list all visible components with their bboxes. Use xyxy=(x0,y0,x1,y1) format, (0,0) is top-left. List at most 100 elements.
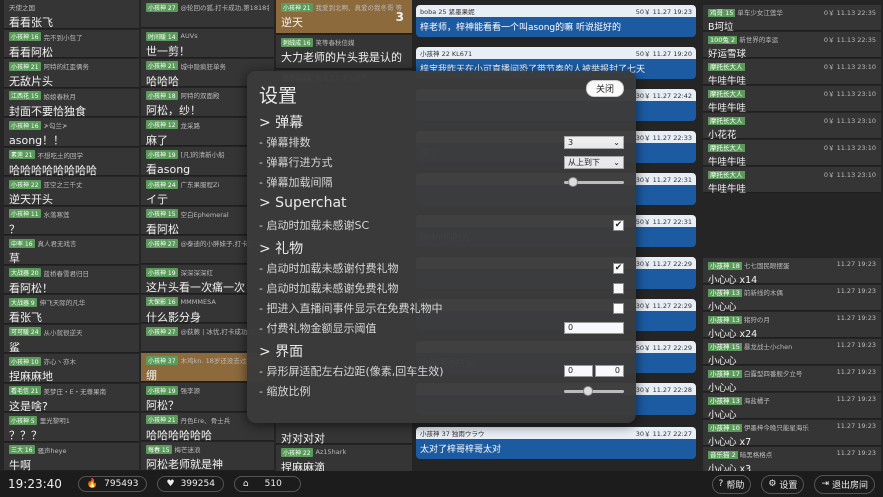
gift-name: 小心心 x7 xyxy=(708,437,752,448)
free-gift-checkbox[interactable] xyxy=(613,282,624,294)
gift-name: B坷垃 xyxy=(708,22,734,33)
danmaku-item: 每春 15 梅芒迷浪 阿松老师就是神 xyxy=(141,442,274,471)
danmaku-user: 中率 16 真人君无戏言 xyxy=(9,238,77,248)
danmaku-text: 阿松老师就是神 xyxy=(146,458,223,471)
paid-gift-checkbox[interactable]: ✔ xyxy=(613,262,624,274)
danmaku-item: 刺绒成 16 笑等春秋信媒大力老师的片头我是认的 xyxy=(276,35,412,69)
gift-name: 小心心 x14 xyxy=(708,275,758,286)
slider-thumb[interactable] xyxy=(583,386,593,396)
medal-badge: 小孩神 22 xyxy=(9,179,41,189)
label-direction: - 弹幕行进方式 xyxy=(259,156,333,169)
superchat-price: 50￥ 11.27 19:23 xyxy=(635,8,692,16)
danmaku-user: 江西花 15 娘娘春秋月 xyxy=(9,91,77,101)
danmaku-text: 捏麻麻地 xyxy=(9,370,53,383)
status-bar: 19:23:40 🔥 795493 ♥ 399254 ⌂ 510 ? 帮助 ⚙ 设置 ⇥ 退… xyxy=(0,471,883,497)
rows-select[interactable]: 3 ⌄ xyxy=(564,135,624,149)
danmaku-user: 时间暖 14 AUVs xyxy=(146,31,198,41)
superchat-user: 小孩神 37 独雨ウラウ xyxy=(420,430,485,438)
sc-thanks-checkbox[interactable]: ✔ xyxy=(613,219,624,231)
danmaku-item: 天使之国 看看张飞 xyxy=(4,0,139,29)
danmaku-text: 鲨 xyxy=(9,340,20,354)
settings-dialog: 设置 关闭 > 弹幕 - 弹幕排数 3 ⌄ - 弹幕行进方式 从上到下 ⌄ - 弹幕… xyxy=(247,71,636,423)
likes-counter: ♥ 399254 xyxy=(157,476,224,492)
superchat-price: 30￥ 11.27 22:29 xyxy=(635,260,692,268)
enter-event-checkbox[interactable] xyxy=(613,302,624,314)
close-button[interactable]: 关闭 xyxy=(586,80,624,97)
label-scale: - 缩放比例 xyxy=(259,385,311,398)
danmaku-item: 小孩神 27@轮回の狐,打卡成功,第1818名,累计打卡57天 xyxy=(141,0,274,28)
label-rows: - 弹幕排数 xyxy=(259,136,311,149)
slider-thumb[interactable] xyxy=(568,177,578,187)
danmaku-user: 可可暖 24 从小就很逆天 xyxy=(9,327,83,337)
medal-badge: 小孩神 21 xyxy=(9,61,41,71)
gift-item: 小孩神 13 猪狩の月 11.27 19:23 小心心 x24 xyxy=(703,312,881,340)
popularity-counter: 🔥 795493 xyxy=(77,476,148,492)
danmaku-user: 刺绒成 16 笑等春秋信媒 xyxy=(281,37,355,47)
superchat-price: 30￥ 11.27 22:42 xyxy=(635,92,692,100)
medal-badge: 小孩神 15 xyxy=(146,209,178,219)
direction-select[interactable]: 从上到下 ⌄ xyxy=(564,155,624,169)
medal-badge: 小孩神 27 xyxy=(146,326,178,336)
danmaku-user: 小孩神 16 完不到小包了 xyxy=(9,32,83,42)
medal-badge: 小孩神 21 xyxy=(281,2,313,12)
chevron-down-icon: ⌄ xyxy=(613,157,620,167)
gift-name: 小心心 x24 xyxy=(708,329,758,340)
settings-button[interactable]: ⚙ 设置 xyxy=(761,474,805,494)
danmaku-text: 无敌片头 xyxy=(9,75,53,88)
danmaku-user: 三大 16 骚声heye xyxy=(9,445,67,455)
danmaku-text: ？ xyxy=(9,222,20,236)
margin-right-input[interactable]: 0 xyxy=(595,365,624,377)
superchat-price: 30￥ 11.27 22:29 xyxy=(635,302,692,310)
medal-badge: 可可暖 24 xyxy=(9,327,41,336)
gift-item: 音乐猫 2 暗黑格格点 11.27 19:23 小心心 x3 xyxy=(703,447,881,475)
medal-badge: 小孩神 11 xyxy=(9,209,41,218)
section-superchat: > Superchat xyxy=(259,195,347,211)
danmaku-user: 大战器 9 伸飞天际的凡华 xyxy=(9,297,86,307)
scale-slider[interactable] xyxy=(564,385,624,397)
gift-item: 小孩神 15 暴龙战士小chen 11.27 19:23 小心心 xyxy=(703,339,881,367)
superchat-price: 30￥ 11.27 22:28 xyxy=(635,386,692,394)
danmaku-text: 逆天 xyxy=(281,16,303,29)
interval-slider[interactable] xyxy=(564,176,624,188)
medal-badge: 小孩神 12 xyxy=(146,120,178,130)
medal-badge: 刺绒成 16 xyxy=(281,37,313,47)
label-enter: - 把进入直播间事件显示在免费礼物中 xyxy=(259,302,443,315)
superchat-card: boba 25 紧墨果妮 50￥ 11.27 19:23 梓老师，梓神能看看一个叫a… xyxy=(416,5,696,37)
gear-icon: ⚙ xyxy=(768,479,777,489)
danmaku-user: 小孩神 27@轮回の狐,打卡成功,第1818名,累计打卡57天 xyxy=(146,2,269,12)
danmaku-user: 小孩神 21 我爱到北啊、真爱の我冬哥 等 xyxy=(281,2,403,12)
label-free: - 启动时加载未感谢免费礼物 xyxy=(259,282,399,295)
label-threshold: - 付费礼物金额显示阈值 xyxy=(259,322,377,335)
danmaku-text: 草 xyxy=(9,252,20,265)
danmaku-user: 小孩神 16 ≯勾兰≯ xyxy=(9,120,68,130)
exit-button[interactable]: ⇥ 退出房间 xyxy=(814,474,875,494)
superchat-user: 小孩神 22 KL671 xyxy=(420,50,473,58)
settings-title: 设置 xyxy=(259,85,298,107)
danmaku-item: 小孩神 21 阿特的红歪俩务 无敌片头 xyxy=(4,59,139,88)
gift-item: 100兔 2 新世界的幸运 0￥ 11.13 22:35 好运雪球 xyxy=(703,32,881,60)
danmaku-item: 小孩神 22 亚空之三千丈 逆天开头 xyxy=(4,177,139,206)
gift-item: 小孩神 10 伊墨梓今晚只能星海乐 11.27 19:23 小心心 x7 xyxy=(703,420,881,448)
gift-item: 摩托长大人 0￥ 11.13 23:10 小花花 xyxy=(703,113,881,141)
medal-badge: 素莲 21 xyxy=(9,150,35,159)
danmaku-column-3-bottom: 对对对对 小孩神 22 Az15hark 捏麻麻滴 xyxy=(276,416,412,471)
superchat-message: 梓老师，梓神能看看一个叫asong的嘛 听说挺好的 xyxy=(416,17,696,37)
gift-item: 摩托长大人 0￥ 11.13 23:10 牛哇牛哇 xyxy=(703,140,881,168)
danmaku-text: 捏麻麻滴 xyxy=(281,461,325,471)
danmaku-item: 中率 16 真人君无戏言草 xyxy=(4,236,139,265)
gift-item: 鸡哥 15 单车少女江莲华 0￥ 11.13 22:35 B坷垃 xyxy=(703,5,881,33)
danmaku-text: 世一剪！ xyxy=(146,45,190,58)
threshold-input[interactable]: 0 xyxy=(564,322,624,334)
danmaku-text: 这是啥? xyxy=(9,399,48,413)
help-button[interactable]: ? 帮助 xyxy=(711,474,752,494)
danmaku-user: 小孩神 11 水落寒莲 xyxy=(9,209,70,219)
danmaku-item: 小孩神 16 完不到小包了 看看阿松 xyxy=(4,29,139,59)
danmaku-user: 小孩神 21 阿特的红歪俩务 xyxy=(9,61,90,71)
medal-badge: 小孩神 21 xyxy=(146,415,178,425)
medal-badge: 大战器 9 xyxy=(9,297,37,307)
gift-item: 摩托长大人 0￥ 11.13 23:10 牛哇牛哇 xyxy=(703,86,881,114)
danmaku-text: asong！！ xyxy=(9,134,65,147)
margin-left-input[interactable]: 0 xyxy=(564,365,593,377)
danmaku-text: 大力老师的片头我是认的 xyxy=(281,51,402,64)
question-icon: ? xyxy=(718,479,724,489)
